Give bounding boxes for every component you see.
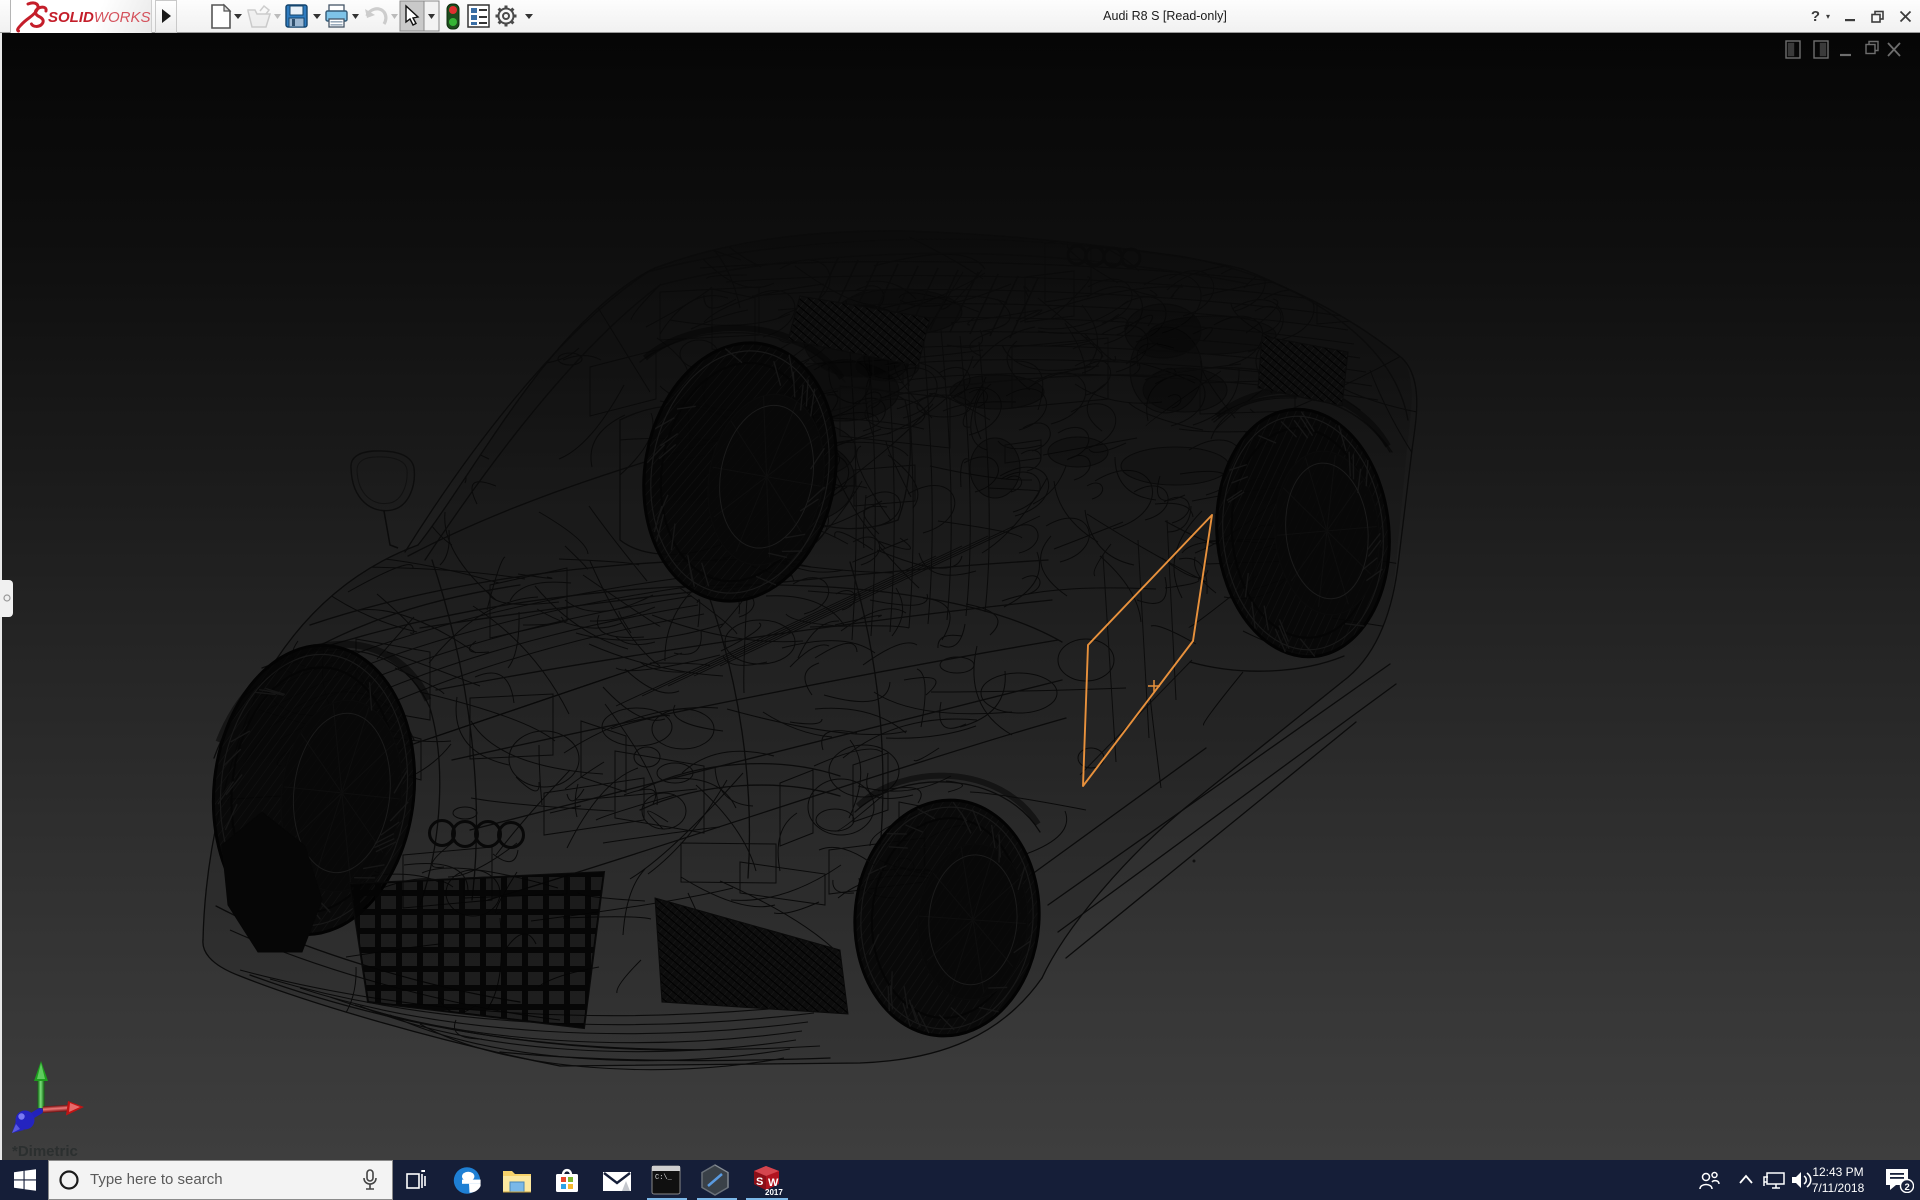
svg-text:S: S [756, 1176, 763, 1188]
svg-text:2: 2 [1905, 1182, 1910, 1193]
svg-text:2017: 2017 [765, 1188, 783, 1197]
svg-text:C:\_: C:\_ [655, 1174, 673, 1182]
